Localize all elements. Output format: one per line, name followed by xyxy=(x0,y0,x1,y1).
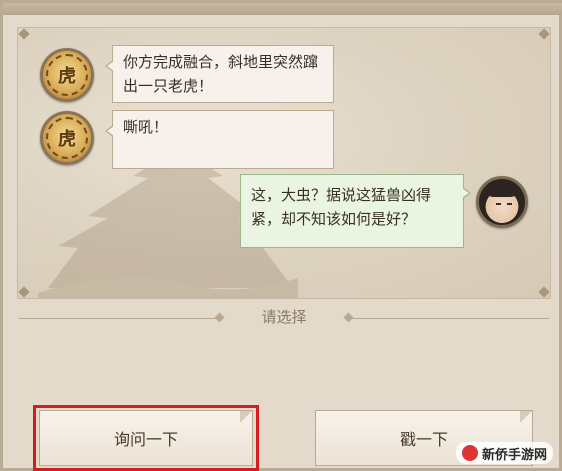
corner-ornament xyxy=(18,286,30,298)
tiger-emblem-mark: 虎 xyxy=(58,129,76,150)
player-dialogue-bubble: 这，大虫？据说这猛兽凶得紧，却不知该如何是好？ xyxy=(240,174,471,248)
choice-label: 戳一下 xyxy=(399,430,448,449)
npc-dialogue-bubble: 嘶吼！ xyxy=(105,110,334,169)
dialogue-text: 这，大虫？据说这猛兽凶得紧，却不知该如何是好？ xyxy=(251,186,432,228)
npc-avatar: 虎 xyxy=(40,48,94,102)
watermark: 新侨手游网 xyxy=(455,442,553,464)
corner-fold xyxy=(520,411,532,423)
watermark-logo-icon xyxy=(461,445,478,461)
dialogue-text: 嘶吼！ xyxy=(123,118,169,136)
choice-prompt: 请选择 xyxy=(261,308,307,326)
selection-highlight xyxy=(33,405,259,471)
corner-ornament xyxy=(18,28,30,40)
hero-hair xyxy=(485,181,519,197)
tiger-emblem-mark: 虎 xyxy=(58,66,76,87)
hero-portrait-icon xyxy=(476,176,528,228)
watermark-text: 新侨手游网 xyxy=(481,447,547,463)
dialogue-window: 虎 你方完成融合，斜地里突然蹿出一只老虎！ 虎 嘶吼！ 这，大虫？据说这猛兽凶得… xyxy=(0,0,562,471)
chat-panel: 虎 你方完成融合，斜地里突然蹿出一只老虎！ 虎 嘶吼！ 这，大虫？据说这猛兽凶得… xyxy=(17,27,551,299)
divider-right xyxy=(349,318,549,319)
npc-avatar: 虎 xyxy=(40,111,94,165)
npc-dialogue-bubble: 你方完成融合，斜地里突然蹿出一只老虎！ xyxy=(105,45,334,103)
hero-eye xyxy=(496,203,501,205)
top-bar xyxy=(3,3,562,15)
corner-ornament xyxy=(538,286,550,298)
corner-ornament xyxy=(538,28,550,40)
hero-eye xyxy=(507,203,512,205)
divider-ornament xyxy=(214,312,225,323)
divider-left xyxy=(19,318,221,319)
dialogue-text: 你方完成融合，斜地里突然蹿出一只老虎！ xyxy=(123,53,319,95)
